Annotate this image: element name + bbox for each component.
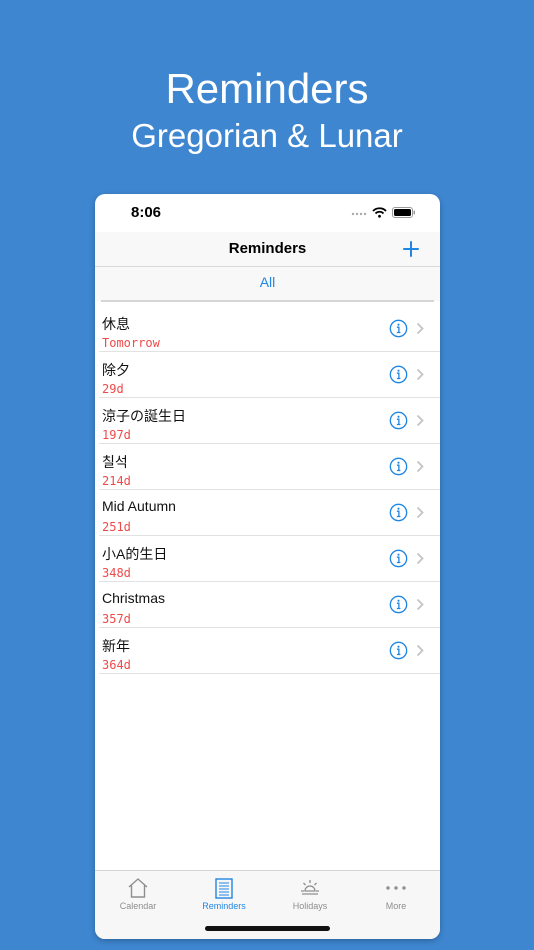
nav-title: Reminders bbox=[228, 240, 307, 257]
chevron-right-icon bbox=[416, 460, 424, 473]
info-icon[interactable] bbox=[389, 457, 408, 476]
info-icon[interactable] bbox=[389, 641, 408, 660]
reminder-days: 214d bbox=[102, 474, 131, 488]
reminder-days: 364d bbox=[102, 658, 131, 672]
info-icon[interactable] bbox=[389, 411, 408, 430]
chevron-right-icon bbox=[416, 506, 424, 519]
navigation-bar: Reminders bbox=[95, 232, 440, 266]
reminder-row[interactable]: 涼子の誕生日 197d bbox=[99, 398, 440, 444]
wifi-icon bbox=[372, 207, 387, 218]
reminder-name: 新年 bbox=[102, 638, 130, 654]
info-icon[interactable] bbox=[389, 503, 408, 522]
notepad-icon bbox=[215, 878, 233, 899]
chevron-right-icon bbox=[416, 322, 424, 335]
info-icon[interactable] bbox=[389, 595, 408, 614]
reminder-row[interactable]: Mid Autumn 251d bbox=[99, 490, 440, 536]
reminder-name: Mid Autumn bbox=[102, 498, 176, 514]
phone-screen: 8:06 Reminders All 休息 Tomorrow 除夕 29d 涼子… bbox=[95, 194, 440, 939]
home-indicator[interactable] bbox=[205, 926, 330, 931]
info-icon[interactable] bbox=[389, 319, 408, 338]
reminder-name: 칠석 bbox=[102, 454, 128, 470]
tab-label: Reminders bbox=[202, 901, 246, 911]
reminder-name: 休息 bbox=[102, 316, 130, 332]
status-icons bbox=[351, 207, 416, 218]
reminder-days: Tomorrow bbox=[102, 336, 160, 350]
sun-icon bbox=[301, 880, 319, 895]
reminder-row[interactable]: 新年 364d bbox=[99, 628, 440, 674]
tab-label: More bbox=[385, 901, 407, 911]
tab-more[interactable]: More bbox=[353, 871, 439, 921]
chevron-right-icon bbox=[416, 644, 424, 657]
chevron-right-icon bbox=[416, 552, 424, 565]
reminder-row[interactable]: 칠석 214d bbox=[99, 444, 440, 490]
chevron-right-icon bbox=[416, 368, 424, 381]
reminder-days: 348d bbox=[102, 566, 131, 580]
filter-segment: All bbox=[95, 266, 440, 302]
reminder-row[interactable]: 小A的生日 348d bbox=[99, 536, 440, 582]
promo-title: Reminders bbox=[165, 65, 369, 112]
tab-calendar[interactable]: Calendar bbox=[95, 871, 181, 921]
cellular-signal-icon bbox=[351, 212, 367, 215]
reminder-list: 休息 Tomorrow 除夕 29d 涼子の誕生日 197d 칠석 214d M… bbox=[95, 306, 440, 674]
battery-icon bbox=[392, 207, 415, 218]
chevron-right-icon bbox=[416, 414, 424, 427]
tab-label: Calendar bbox=[119, 901, 157, 911]
status-bar: 8:06 bbox=[95, 194, 440, 232]
tab-label: Holidays bbox=[292, 901, 328, 911]
tab-reminders[interactable]: Reminders bbox=[181, 871, 267, 921]
plus-icon bbox=[403, 241, 419, 257]
status-time: 8:06 bbox=[131, 204, 162, 221]
reminder-name: 小A的生日 bbox=[102, 546, 168, 562]
info-icon[interactable] bbox=[389, 549, 408, 568]
segment-divider bbox=[101, 300, 434, 302]
reminder-name: 除夕 bbox=[102, 362, 130, 378]
chevron-right-icon bbox=[416, 598, 424, 611]
house-icon bbox=[128, 878, 148, 898]
info-icon[interactable] bbox=[389, 365, 408, 384]
segment-all[interactable]: All bbox=[95, 274, 440, 290]
reminder-name: 涼子の誕生日 bbox=[102, 408, 186, 424]
add-reminder-button[interactable] bbox=[396, 234, 426, 264]
reminder-name: Christmas bbox=[102, 590, 166, 606]
reminder-days: 251d bbox=[102, 520, 131, 534]
promo-subtitle: Gregorian & Lunar bbox=[131, 117, 403, 154]
reminder-row[interactable]: Christmas 357d bbox=[99, 582, 440, 628]
reminder-row[interactable]: 休息 Tomorrow bbox=[99, 306, 440, 352]
ellipsis-icon bbox=[386, 886, 406, 890]
reminder-days: 357d bbox=[102, 612, 131, 626]
reminder-days: 197d bbox=[102, 428, 131, 442]
tab-holidays[interactable]: Holidays bbox=[267, 871, 353, 921]
reminder-days: 29d bbox=[102, 382, 124, 396]
reminder-row[interactable]: 除夕 29d bbox=[99, 352, 440, 398]
